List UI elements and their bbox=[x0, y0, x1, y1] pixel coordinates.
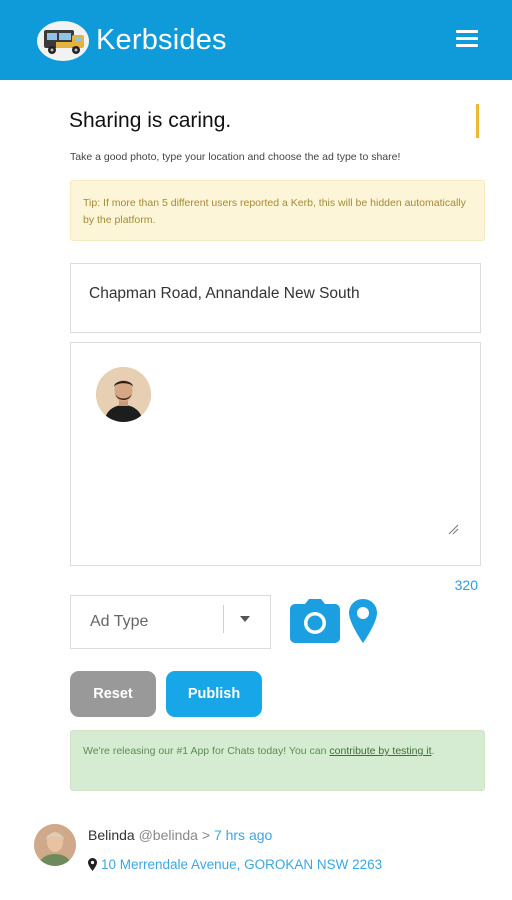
accent-bar bbox=[476, 104, 479, 138]
notice-text-end: . bbox=[431, 745, 435, 757]
hamburger-menu-icon[interactable] bbox=[456, 30, 478, 48]
page-subtitle: Take a good photo, type your location an… bbox=[70, 151, 401, 163]
map-marker-icon bbox=[88, 858, 97, 871]
location-value: Chapman Road, Annandale New South bbox=[89, 285, 360, 302]
tip-alert: Tip: If more than 5 different users repo… bbox=[70, 180, 485, 241]
ad-type-placeholder: Ad Type bbox=[90, 613, 149, 630]
post-address: 10 Merrendale Avenue, GOROKAN NSW 2263 bbox=[101, 857, 383, 872]
post-author-handle: @belinda bbox=[138, 827, 198, 843]
ad-type-select[interactable]: Ad Type bbox=[70, 595, 271, 649]
tip-text: Tip: If more than 5 different users repo… bbox=[83, 197, 466, 226]
reset-button[interactable]: Reset bbox=[70, 671, 156, 717]
page-title: Sharing is caring. bbox=[69, 109, 232, 132]
post-address-link[interactable]: 10 Merrendale Avenue, GOROKAN NSW 2263 bbox=[88, 857, 382, 872]
resize-handle-icon[interactable] bbox=[447, 523, 459, 535]
info-notice: We're releasing our #1 App for Chats tod… bbox=[70, 730, 485, 791]
chevron-down-icon bbox=[240, 616, 250, 622]
van-logo-icon bbox=[37, 21, 89, 61]
notice-text: We're releasing our #1 App for Chats tod… bbox=[83, 745, 330, 757]
location-input[interactable]: Chapman Road, Annandale New South bbox=[70, 263, 481, 333]
select-divider bbox=[223, 605, 224, 633]
user-avatar bbox=[96, 367, 151, 422]
map-pin-icon[interactable] bbox=[348, 598, 378, 644]
brand-link[interactable]: Kerbsides bbox=[36, 18, 227, 62]
post-author-name[interactable]: Belinda bbox=[88, 827, 135, 843]
post-author-avatar[interactable] bbox=[34, 824, 76, 866]
app-name: Kerbsides bbox=[96, 23, 227, 56]
top-navbar: Kerbsides bbox=[0, 0, 512, 80]
post-separator: > bbox=[201, 827, 211, 843]
contribute-link[interactable]: contribute by testing it bbox=[329, 745, 431, 757]
character-counter: 320 bbox=[454, 577, 478, 593]
publish-button[interactable]: Publish bbox=[166, 671, 262, 717]
camera-icon[interactable] bbox=[289, 598, 341, 644]
post-time-link[interactable]: 7 hrs ago bbox=[214, 827, 272, 843]
description-textarea[interactable] bbox=[70, 342, 481, 566]
post-meta: Belinda @belinda > 7 hrs ago bbox=[88, 827, 272, 843]
